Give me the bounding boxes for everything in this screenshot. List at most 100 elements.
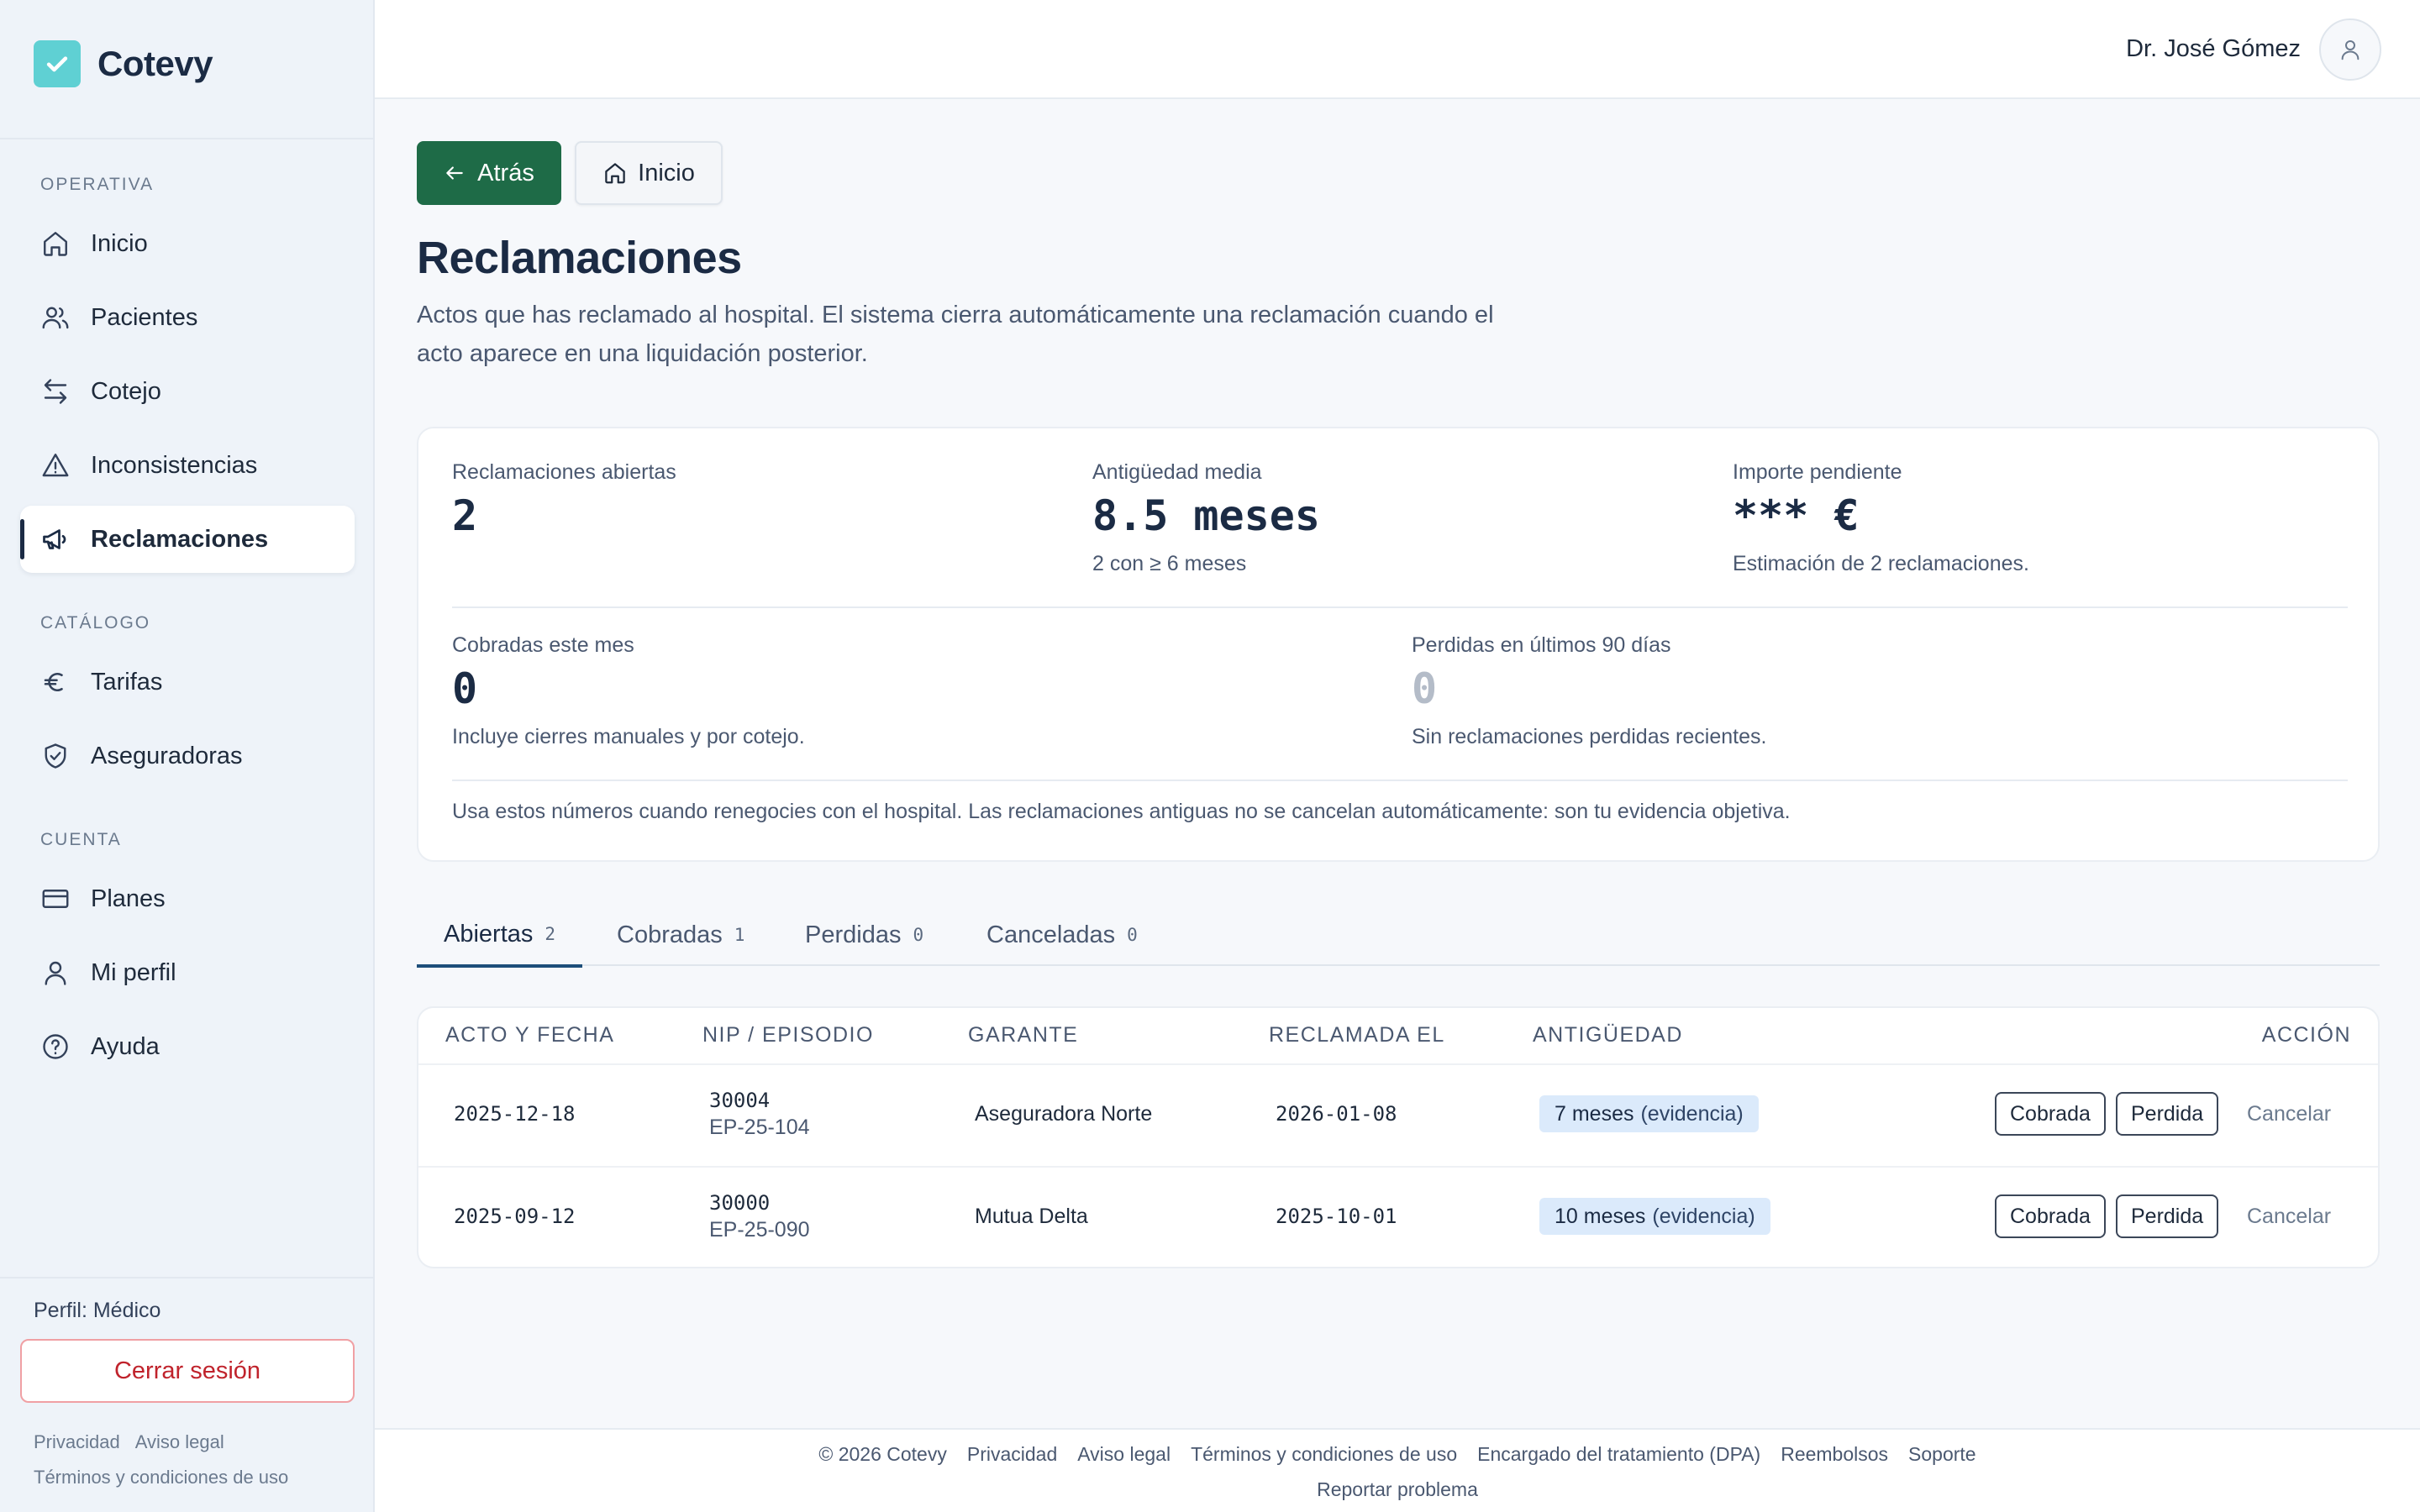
column-header-garante: GARANTE: [968, 1023, 1079, 1047]
footer-refunds-link[interactable]: Reembolsos: [1781, 1443, 1888, 1466]
check-logo-icon: [34, 40, 81, 87]
stat-label: Importe pendiente: [1733, 460, 1902, 484]
tab-abiertas[interactable]: Abiertas 2: [417, 904, 583, 968]
footer-links: © 2026 Cotevy Privacidad Aviso legal Tér…: [375, 1443, 2420, 1466]
sidebar-item-reclamaciones[interactable]: Reclamaciones: [20, 506, 355, 573]
users-icon: [42, 307, 69, 329]
sidebar: Cotevy OPERATIVA Inicio Pacientes Cotejo…: [0, 0, 375, 1512]
user-icon: [45, 961, 66, 985]
evidence-link[interactable]: (evidencia): [1640, 1102, 1743, 1126]
stat-open-claims: Reclamaciones abiertas 2: [452, 460, 676, 540]
footer-dpa-link[interactable]: Encargado del tratamiento (DPA): [1477, 1443, 1760, 1466]
stat-note: Incluye cierres manuales y por cotejo.: [452, 725, 805, 748]
home-button[interactable]: Inicio: [575, 141, 723, 205]
mark-lost-button[interactable]: Perdida: [2116, 1194, 2219, 1238]
sidebar-item-label: Planes: [91, 885, 166, 912]
euro-icon: [44, 672, 63, 692]
legal-notice-link[interactable]: Aviso legal: [135, 1431, 224, 1453]
sidebar-item-mi-perfil[interactable]: Mi perfil: [20, 939, 355, 1006]
sidebar-item-pacientes[interactable]: Pacientes: [20, 284, 355, 351]
profile-label: Perfil: Médico: [34, 1299, 161, 1322]
act-date: 2025-09-12: [454, 1205, 576, 1228]
claims-tabs: Abiertas 2 Cobradas 1 Perdidas 0 Cancela…: [417, 904, 2380, 968]
avatar[interactable]: [2319, 18, 2381, 81]
footer: © 2026 Cotevy Privacidad Aviso legal Tér…: [375, 1428, 2420, 1512]
column-header-reclamada: RECLAMADA EL: [1269, 1023, 1445, 1047]
stat-pending-amount: Importe pendiente *** € Estimación de 2 …: [1733, 460, 2029, 576]
tab-label: Perdidas: [805, 921, 902, 948]
column-header-accion: ACCIÓN: [2261, 1023, 2351, 1047]
tab-count: 2: [544, 924, 556, 944]
sidebar-item-tarifas[interactable]: Tarifas: [20, 648, 355, 716]
brand[interactable]: Cotevy: [34, 40, 213, 87]
stat-value: 2: [452, 491, 478, 540]
page-title: Reclamaciones: [417, 233, 742, 283]
copyright: © 2026 Cotevy: [818, 1443, 947, 1465]
mark-paid-button[interactable]: Cobrada: [1995, 1092, 2106, 1136]
divider: [0, 1277, 375, 1278]
sidebar-item-label: Aseguradoras: [91, 742, 243, 769]
home-icon: [605, 163, 625, 184]
logout-button[interactable]: Cerrar sesión: [20, 1339, 355, 1403]
episode: EP-25-090: [709, 1218, 810, 1242]
home-label: Inicio: [638, 159, 695, 186]
footer-legal-link[interactable]: Aviso legal: [1077, 1443, 1171, 1466]
divider: [452, 780, 2348, 781]
sidebar-item-inicio[interactable]: Inicio: [20, 210, 355, 277]
stat-lost-90-days: Perdidas en últimos 90 días 0 Sin reclam…: [1412, 633, 1766, 749]
footer-support-link[interactable]: Soporte: [1908, 1443, 1976, 1466]
tab-cobradas[interactable]: Cobradas 1: [590, 904, 771, 966]
stat-value: *** €: [1733, 491, 1860, 540]
sidebar-item-label: Tarifas: [91, 668, 163, 696]
divider: [418, 1166, 2378, 1168]
mark-lost-button[interactable]: Perdida: [2116, 1092, 2219, 1136]
tab-perdidas[interactable]: Perdidas 0: [778, 904, 950, 966]
nip: 30004: [709, 1089, 771, 1112]
stat-label: Cobradas este mes: [452, 633, 634, 657]
claimed-date: 2025-10-01: [1276, 1205, 1397, 1228]
sidebar-item-inconsistencias[interactable]: Inconsistencias: [20, 432, 355, 499]
warning-icon: [42, 454, 69, 477]
stat-value: 0: [1412, 664, 1438, 713]
mark-paid-button[interactable]: Cobrada: [1995, 1194, 2106, 1238]
divider: [452, 606, 2348, 608]
section-title-catalogo: CATÁLOGO: [40, 613, 151, 633]
payer: Aseguradora Norte: [975, 1102, 1153, 1126]
sidebar-item-planes[interactable]: Planes: [20, 865, 355, 932]
stat-label: Reclamaciones abiertas: [452, 460, 676, 484]
sidebar-item-label: Inconsistencias: [91, 451, 258, 479]
terms-link[interactable]: Términos y condiciones de uso: [34, 1467, 288, 1488]
credit-card-icon: [42, 890, 69, 908]
sidebar-legal-links: Privacidad Aviso legal: [34, 1431, 224, 1453]
privacy-link[interactable]: Privacidad: [34, 1431, 120, 1453]
evidence-link[interactable]: (evidencia): [1652, 1205, 1754, 1229]
claimed-date: 2026-01-08: [1276, 1102, 1397, 1126]
sidebar-item-label: Ayuda: [91, 1032, 160, 1060]
cancel-claim-link[interactable]: Cancelar: [2247, 1102, 2331, 1126]
divider: [0, 138, 375, 139]
stats-card: Reclamaciones abiertas 2 Antigüedad medi…: [417, 427, 2380, 862]
section-title-cuenta: CUENTA: [40, 830, 122, 849]
report-problem-link[interactable]: Reportar problema: [375, 1478, 2420, 1501]
top-bar: Dr. José Gómez: [375, 0, 2420, 99]
user-icon: [2341, 40, 2360, 60]
nip-episode: 30004 EP-25-104: [709, 1089, 810, 1140]
claims-table: ACTO Y FECHA NIP / EPISODIO GARANTE RECL…: [417, 1006, 2380, 1268]
cancel-claim-link[interactable]: Cancelar: [2247, 1205, 2331, 1229]
episode: EP-25-104: [709, 1116, 810, 1139]
nip: 30000: [709, 1191, 771, 1215]
footer-terms-link[interactable]: Términos y condiciones de uso: [1191, 1443, 1457, 1466]
back-button[interactable]: Atrás: [417, 141, 561, 205]
stat-label: Perdidas en últimos 90 días: [1412, 633, 1671, 657]
sidebar-item-ayuda[interactable]: Ayuda: [20, 1013, 355, 1080]
sidebar-item-label: Pacientes: [91, 303, 198, 331]
stat-collected-month: Cobradas este mes 0 Incluye cierres manu…: [452, 633, 805, 749]
stat-label: Antigüedad media: [1092, 460, 1262, 484]
footer-privacy-link[interactable]: Privacidad: [967, 1443, 1057, 1466]
age-badge: 10 meses (evidencia): [1539, 1198, 1770, 1235]
tab-canceladas[interactable]: Canceladas 0: [960, 904, 1165, 966]
sidebar-item-cotejo[interactable]: Cotejo: [20, 358, 355, 425]
sidebar-item-aseguradoras[interactable]: Aseguradoras: [20, 722, 355, 790]
column-header-antiguedad: ANTIGÜEDAD: [1533, 1023, 1683, 1047]
sidebar-item-label: Cotejo: [91, 377, 161, 405]
